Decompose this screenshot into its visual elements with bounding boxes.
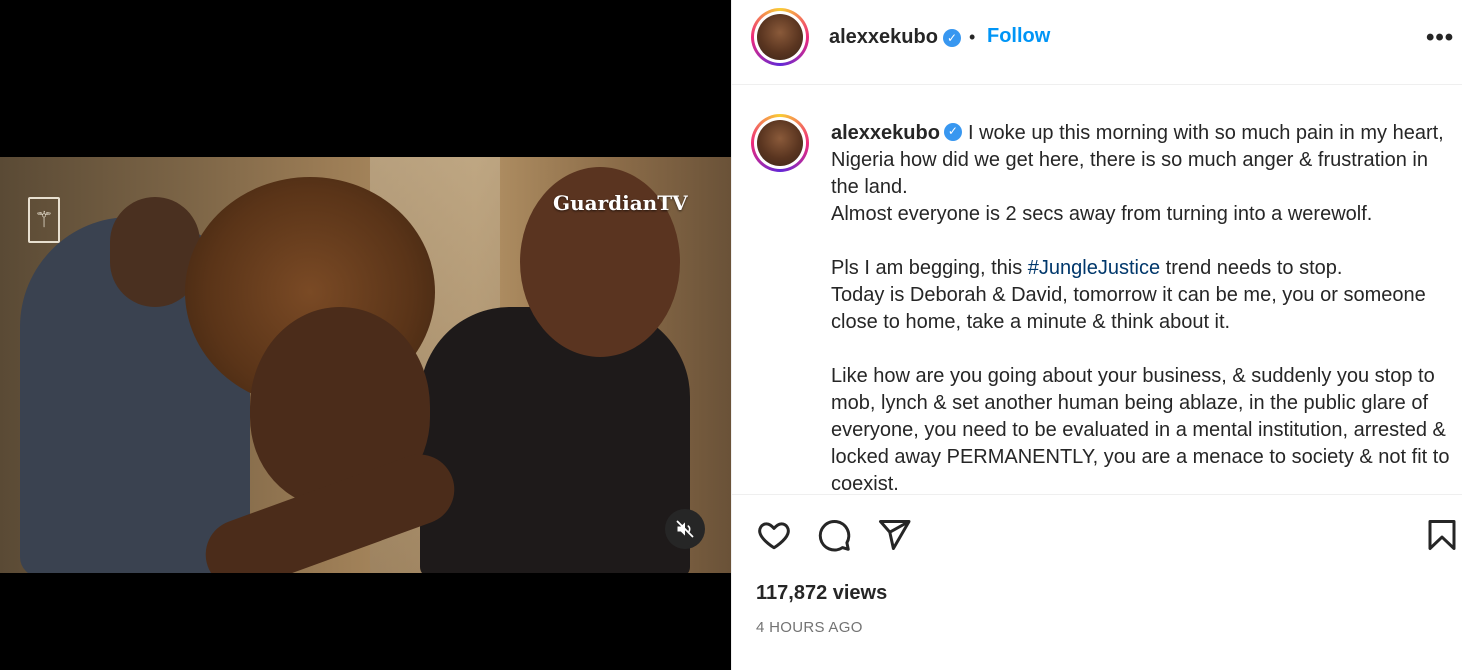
speaker-muted-icon <box>676 520 694 538</box>
mute-button[interactable] <box>665 509 705 549</box>
post-actions: 117,872 views 4 HOURS AGO <box>732 494 1462 670</box>
comment-button[interactable] <box>816 517 852 553</box>
video-player[interactable]: ⚚ GuardianTV <box>0 157 731 573</box>
caption-para3: Like how are you going about your busine… <box>831 365 1450 494</box>
channel-logo-icon: ⚚ <box>28 197 60 243</box>
view-count[interactable]: 117,872 views <box>756 582 887 605</box>
separator-dot: • <box>969 27 976 47</box>
heart-icon <box>758 522 790 550</box>
caption-para2-post: trend needs to stop. <box>1160 257 1343 279</box>
share-icon <box>879 520 911 550</box>
post-header: alexxekubo ✓ • Follow ••• <box>732 0 1462 85</box>
verified-badge-icon: ✓ <box>943 122 962 141</box>
like-button[interactable] <box>756 517 792 553</box>
caption-author-avatar[interactable] <box>751 114 809 172</box>
caption-username[interactable]: alexxekubo <box>831 122 940 144</box>
post-caption: alexxekubo ✓ I woke up this morning with s… <box>831 120 1461 494</box>
caption-line-2: Almost everyone is 2 secs away from turn… <box>831 203 1373 225</box>
author-username[interactable]: alexxekubo <box>829 26 938 49</box>
video-person-right <box>420 307 690 573</box>
save-button[interactable] <box>1424 517 1460 553</box>
author-avatar[interactable] <box>751 8 809 66</box>
caption-para2-line2: Today is Deborah & David, tomorrow it ca… <box>831 284 1426 333</box>
hashtag-link[interactable]: #JungleJustice <box>1028 257 1160 279</box>
verified-badge-icon: ✓ <box>943 29 961 47</box>
follow-button[interactable]: Follow <box>987 25 1050 48</box>
caption-section: alexxekubo ✓ I woke up this morning with s… <box>732 86 1462 494</box>
share-button[interactable] <box>876 517 912 553</box>
video-watermark: GuardianTV <box>553 191 688 215</box>
caption-para2-pre: Pls I am begging, this <box>831 257 1028 279</box>
media-panel: ⚚ GuardianTV <box>0 0 731 670</box>
post-details-panel: alexxekubo ✓ • Follow ••• alexxekubo ✓ I w… <box>731 0 1462 670</box>
bookmark-icon <box>1428 520 1456 550</box>
post-timestamp[interactable]: 4 HOURS AGO <box>756 619 863 636</box>
comment-icon <box>818 519 851 552</box>
more-options-button[interactable]: ••• <box>1426 24 1454 52</box>
